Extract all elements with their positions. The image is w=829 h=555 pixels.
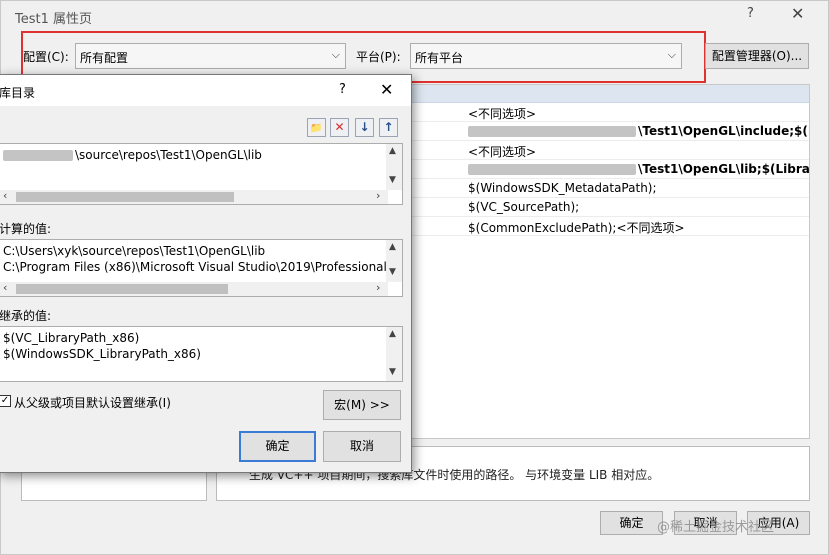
arrow-down-icon: ↓ bbox=[359, 120, 370, 134]
library-directories-dialog: 库目录 ? ✕ 📁 ✕ ↓ ↑ \source\repos\Test1\Open… bbox=[0, 74, 412, 473]
dialog-close-button[interactable]: ✕ bbox=[380, 80, 393, 99]
config-value: 所有配置 bbox=[80, 51, 129, 65]
grid-row[interactable]: <不同选项> bbox=[412, 103, 809, 122]
inherited-label: 继承的值: bbox=[0, 309, 52, 323]
computed-value: C:\Program Files (x86)\Microsoft Visual … bbox=[3, 260, 391, 274]
scroll-up-icon: ▲ bbox=[389, 146, 396, 156]
grid-row[interactable]: $(WindowsSDK_MetadataPath); bbox=[412, 179, 809, 198]
grid-row-value: \Test1\OpenGL\include;$(Inc bbox=[638, 124, 809, 138]
dialog-titlebar: 库目录 ? ✕ bbox=[0, 75, 411, 106]
move-down-button[interactable]: ↓ bbox=[355, 118, 374, 137]
move-up-button[interactable]: ↑ bbox=[379, 118, 398, 137]
scroll-up-icon: ▲ bbox=[389, 329, 396, 339]
dialog-help-button[interactable]: ? bbox=[339, 82, 346, 97]
macro-button[interactable]: 宏(M) >> bbox=[323, 390, 401, 420]
delete-line-button[interactable]: ✕ bbox=[330, 118, 349, 137]
grid-row-value: <不同选项> bbox=[468, 107, 537, 121]
close-button[interactable]: ✕ bbox=[791, 4, 804, 23]
inherited-value: $(WindowsSDK_LibraryPath_x86) bbox=[3, 347, 201, 361]
grid-header bbox=[412, 85, 809, 103]
horizontal-scrollbar[interactable]: ‹ › bbox=[0, 281, 388, 296]
dialog-ok-button[interactable]: 确定 bbox=[239, 431, 316, 462]
scroll-up-icon: ▲ bbox=[389, 242, 396, 252]
new-line-button[interactable]: 📁 bbox=[307, 118, 326, 137]
scroll-left-icon: ‹ bbox=[3, 281, 8, 294]
scroll-down-icon: ▼ bbox=[389, 267, 396, 277]
grid-row[interactable]: <不同选项> bbox=[412, 141, 809, 160]
window-title: Test1 属性页 bbox=[15, 12, 93, 27]
delete-icon: ✕ bbox=[334, 120, 345, 134]
scroll-right-icon: › bbox=[376, 189, 381, 202]
arrow-up-icon: ↑ bbox=[383, 120, 394, 134]
scroll-right-icon: › bbox=[376, 281, 381, 294]
main-ok-button[interactable]: 确定 bbox=[600, 511, 663, 535]
grid-row-value: $(CommonExcludePath);<不同选项> bbox=[468, 221, 685, 235]
inherit-checkbox-label[interactable]: 从父级或项目默认设置继承(I) bbox=[14, 394, 171, 411]
chevron-down-icon: ⌵ bbox=[667, 48, 676, 61]
grid-row-value: <不同选项> bbox=[468, 145, 537, 159]
watermark: @稀土掘金技术社区 bbox=[657, 520, 775, 535]
scroll-left-icon: ‹ bbox=[3, 189, 8, 202]
grid-row[interactable]: \Test1\OpenGL\lib;$(LibraryP bbox=[412, 160, 809, 179]
inherited-value: $(VC_LibraryPath_x86) bbox=[3, 331, 140, 345]
platform-label: 平台(P): bbox=[356, 50, 401, 64]
grid-row-value: $(VC_SourcePath); bbox=[468, 200, 580, 214]
scrollbar-thumb[interactable] bbox=[16, 284, 228, 294]
vertical-scrollbar[interactable]: ▲ ▼ bbox=[386, 327, 402, 381]
computed-values-list: C:\Users\xyk\source\repos\Test1\OpenGL\l… bbox=[0, 239, 403, 297]
vertical-scrollbar[interactable]: ▲ ▼ bbox=[386, 240, 402, 282]
platform-value: 所有平台 bbox=[415, 51, 464, 65]
redacted-text bbox=[3, 150, 73, 161]
grid-row-value: \Test1\OpenGL\lib;$(LibraryP bbox=[638, 162, 809, 176]
dialog-cancel-button[interactable]: 取消 bbox=[323, 431, 401, 462]
grid-row-value: $(WindowsSDK_MetadataPath); bbox=[468, 181, 657, 195]
grid-row[interactable]: $(CommonExcludePath);<不同选项> bbox=[412, 217, 809, 236]
redacted-text bbox=[468, 126, 636, 137]
inherit-checkbox[interactable]: ✓ bbox=[0, 395, 11, 407]
platform-combo[interactable]: 所有平台 ⌵ bbox=[410, 43, 682, 69]
grid-row[interactable]: $(VC_SourcePath); bbox=[412, 198, 809, 217]
config-label: 配置(C): bbox=[23, 50, 69, 64]
directory-list[interactable]: \source\repos\Test1\OpenGL\lib ▲ ▼ ‹ › bbox=[0, 143, 403, 205]
inherited-values-list: $(VC_LibraryPath_x86) $(WindowsSDK_Libra… bbox=[0, 326, 403, 382]
computed-value: C:\Users\xyk\source\repos\Test1\OpenGL\l… bbox=[3, 244, 266, 258]
scroll-down-icon: ▼ bbox=[389, 367, 396, 377]
scroll-down-icon: ▼ bbox=[389, 175, 396, 185]
horizontal-scrollbar[interactable]: ‹ › bbox=[0, 189, 388, 204]
directory-entry[interactable]: \source\repos\Test1\OpenGL\lib bbox=[0, 148, 402, 164]
checkmark-icon: ✓ bbox=[0, 395, 10, 406]
config-combo[interactable]: 所有配置 ⌵ bbox=[75, 43, 346, 69]
redacted-text bbox=[468, 164, 636, 175]
new-folder-icon: 📁 bbox=[310, 123, 323, 134]
computed-label: 计算的值: bbox=[0, 222, 52, 236]
scrollbar-thumb[interactable] bbox=[16, 192, 234, 202]
grid-row[interactable]: \Test1\OpenGL\include;$(Inc bbox=[412, 122, 809, 141]
dialog-title: 库目录 bbox=[0, 86, 36, 100]
config-manager-button[interactable]: 配置管理器(O)... bbox=[705, 43, 809, 69]
vertical-scrollbar[interactable]: ▲ ▼ bbox=[386, 144, 402, 190]
chevron-down-icon: ⌵ bbox=[331, 48, 340, 61]
property-grid: <不同选项> \Test1\OpenGL\include;$(Inc <不同选项> \… bbox=[411, 84, 810, 439]
help-button[interactable]: ? bbox=[747, 6, 754, 21]
